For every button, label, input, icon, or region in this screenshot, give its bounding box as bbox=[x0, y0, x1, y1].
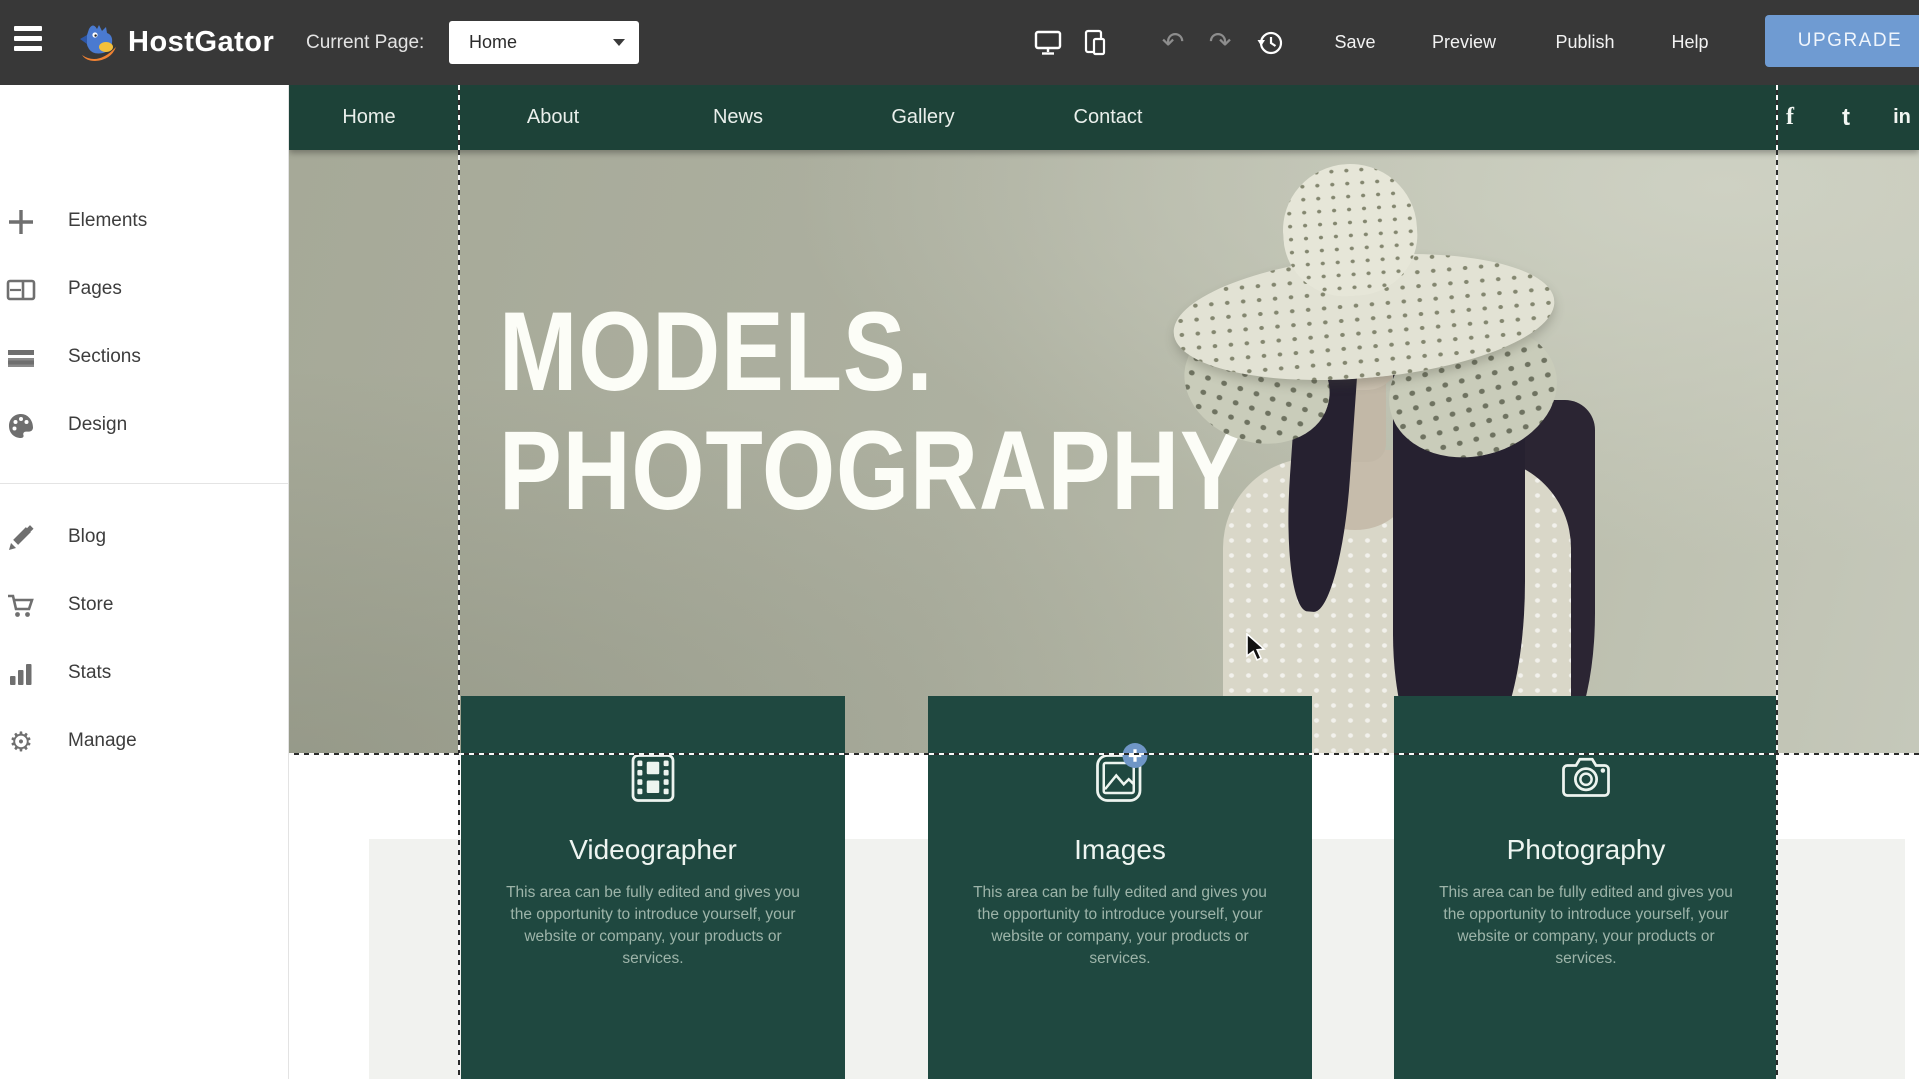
sections-icon bbox=[6, 343, 36, 373]
card-body[interactable]: This area can be fully edited and gives … bbox=[1429, 882, 1743, 970]
pages-icon bbox=[6, 275, 36, 305]
sidebar-item-design[interactable]: Design bbox=[0, 405, 289, 445]
card-body[interactable]: This area can be fully edited and gives … bbox=[963, 882, 1277, 970]
section-selection-border-left bbox=[458, 85, 460, 1079]
card-title[interactable]: Videographer bbox=[461, 834, 845, 866]
site-nav-about[interactable]: About bbox=[527, 85, 579, 150]
brand-title: HostGator bbox=[128, 0, 274, 85]
site-nav-home[interactable]: Home bbox=[342, 85, 395, 150]
hero-title[interactable]: MODELS. PHOTOGRAPHY bbox=[499, 292, 1244, 530]
sidebar-item-stats[interactable]: Stats bbox=[0, 653, 289, 693]
hero-section[interactable]: MODELS. PHOTOGRAPHY bbox=[289, 150, 1919, 755]
image-add-icon bbox=[1090, 748, 1150, 808]
sidebar-item-blog[interactable]: Blog bbox=[0, 517, 289, 557]
site-navbar: Home About News Gallery Contact f t in bbox=[289, 85, 1919, 150]
palette-icon bbox=[6, 411, 36, 441]
linkedin-icon[interactable]: in bbox=[1893, 85, 1911, 150]
upgrade-button[interactable]: UPGRADE bbox=[1765, 15, 1919, 67]
card-title[interactable]: Images bbox=[928, 834, 1312, 866]
page-select-dropdown[interactable]: Home bbox=[449, 21, 639, 64]
section-selection-border-right bbox=[1776, 85, 1778, 1079]
sidebar-item-elements[interactable]: Elements bbox=[0, 201, 289, 241]
cart-icon bbox=[6, 591, 36, 621]
film-strip-icon bbox=[623, 748, 683, 808]
desktop-preview-icon[interactable] bbox=[1028, 0, 1068, 85]
preview-button[interactable]: Preview bbox=[1432, 0, 1496, 85]
plus-icon bbox=[6, 207, 36, 237]
editor-sidebar: Elements Pages Sections Design Blog Stor… bbox=[0, 85, 289, 1079]
gear-icon: ⚙ bbox=[6, 727, 36, 757]
card-body[interactable]: This area can be fully edited and gives … bbox=[496, 882, 810, 970]
publish-button[interactable]: Publish bbox=[1555, 0, 1614, 85]
undo-icon[interactable]: ↶ bbox=[1153, 0, 1193, 85]
sidebar-item-store[interactable]: Store bbox=[0, 585, 289, 625]
hostgator-gator-icon bbox=[74, 17, 122, 67]
site-nav-gallery[interactable]: Gallery bbox=[891, 85, 954, 150]
hamburger-menu-icon[interactable] bbox=[14, 26, 44, 58]
pencil-icon bbox=[6, 523, 36, 553]
twitter-icon[interactable]: t bbox=[1842, 85, 1850, 150]
history-icon[interactable] bbox=[1250, 0, 1290, 85]
page-select-value: Home bbox=[469, 21, 517, 64]
sidebar-divider bbox=[0, 483, 289, 484]
card-title[interactable]: Photography bbox=[1394, 834, 1778, 866]
current-page-label: Current Page: bbox=[306, 0, 424, 85]
chevron-down-icon bbox=[613, 39, 625, 46]
top-toolbar: HostGator Current Page: Home ↶ ↷ Save Pr… bbox=[0, 0, 1919, 85]
mobile-preview-icon[interactable] bbox=[1076, 0, 1116, 85]
section-selection-border-bottom bbox=[289, 753, 1919, 755]
builder-window: HostGator Current Page: Home ↶ ↷ Save Pr… bbox=[0, 0, 1919, 1079]
hero-title-line2[interactable]: PHOTOGRAPHY bbox=[499, 411, 1244, 530]
facebook-icon[interactable]: f bbox=[1786, 85, 1794, 150]
sidebar-item-sections[interactable]: Sections bbox=[0, 337, 289, 377]
site-nav-contact[interactable]: Contact bbox=[1074, 85, 1143, 150]
sidebar-item-pages[interactable]: Pages bbox=[0, 269, 289, 309]
mouse-cursor bbox=[1245, 633, 1269, 670]
save-button[interactable]: Save bbox=[1334, 0, 1375, 85]
redo-icon[interactable]: ↷ bbox=[1200, 0, 1240, 85]
site-nav-news[interactable]: News bbox=[713, 85, 763, 150]
bar-chart-icon bbox=[6, 659, 36, 689]
camera-icon bbox=[1556, 748, 1616, 808]
sidebar-item-manage[interactable]: ⚙ Manage bbox=[0, 721, 289, 761]
hero-title-line1[interactable]: MODELS. bbox=[499, 292, 1244, 411]
help-button[interactable]: Help bbox=[1671, 0, 1708, 85]
